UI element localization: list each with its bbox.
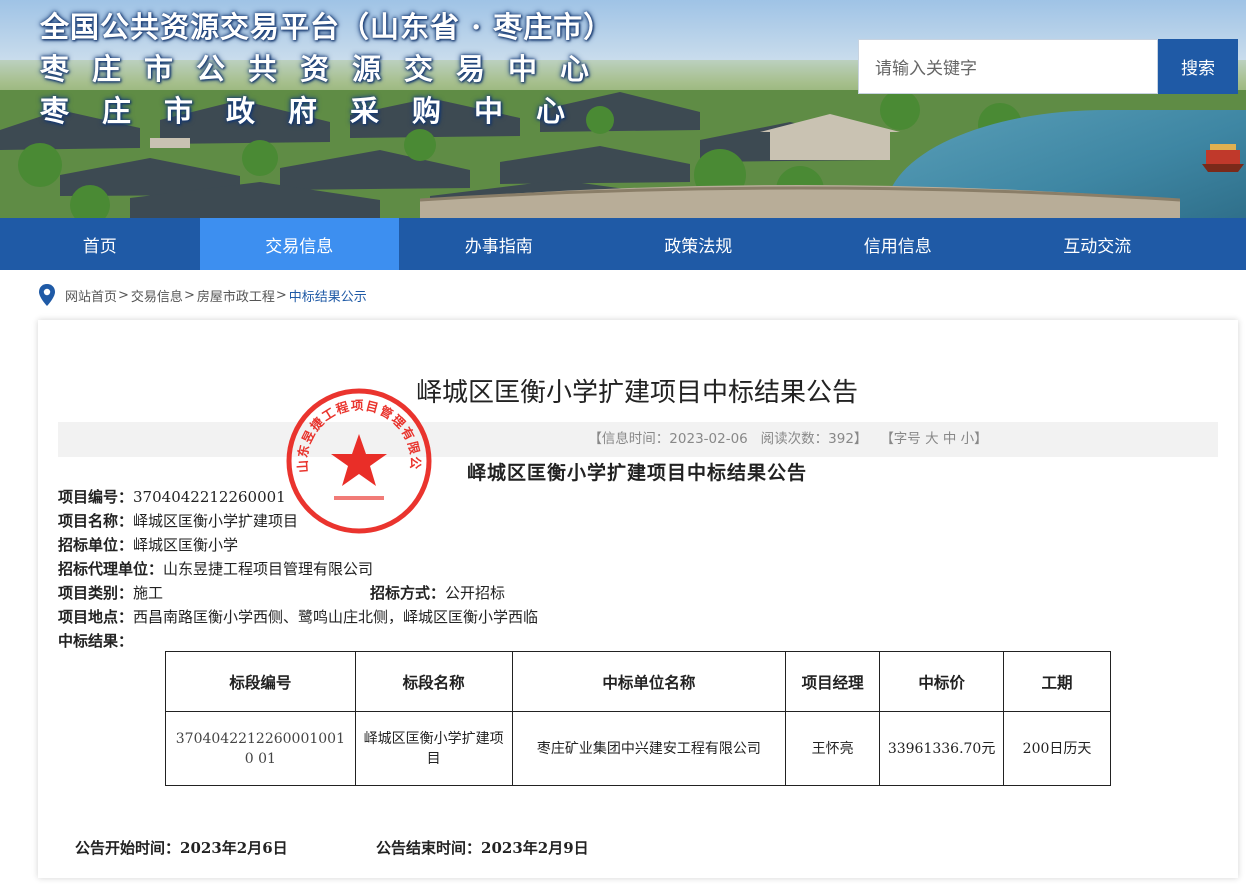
category-field: 项目类别：施工 — [58, 582, 163, 603]
header-price: 中标价 — [879, 651, 1005, 712]
location-label: 项目地点： — [58, 608, 134, 626]
search-button[interactable]: 搜索 — [1158, 39, 1238, 94]
location-field: 项目地点：西昌南路匡衡小学西侧、鹭鸣山庄北侧，峄城区匡衡小学西临 — [58, 606, 538, 627]
info-views: 阅读次数：392】 — [760, 431, 868, 447]
nav-item-home[interactable]: 首页 — [0, 218, 200, 270]
project-name-value: 峄城区匡衡小学扩建项目 — [133, 512, 299, 530]
nav-item-trade-info[interactable]: 交易信息 — [199, 218, 399, 270]
project-no-value: 3704042212260001 — [133, 488, 286, 506]
center-title: 枣庄市公共资源交易中心 — [40, 52, 613, 86]
procurement-title: 枣庄市政府采购中心 — [40, 94, 599, 128]
breadcrumb-current[interactable]: 中标结果公示 — [289, 286, 367, 305]
header-section-name: 标段名称 — [354, 651, 513, 712]
tenderer-label: 招标单位： — [58, 536, 134, 554]
header-section-no: 标段编号 — [165, 651, 356, 712]
start-time: 公告开始时间：2023年2月6日 — [75, 837, 288, 858]
project-name-field: 项目名称：峄城区匡衡小学扩建项目 — [58, 510, 298, 531]
cell-manager: 王怀亮 — [785, 711, 881, 786]
method-label: 招标方式： — [370, 584, 446, 602]
info-date: 【信息时间：2023-02-06 — [588, 431, 748, 447]
font-size-switch[interactable]: 【字号 大 中 小】 — [880, 431, 987, 447]
header-winner: 中标单位名称 — [511, 651, 787, 712]
agent-value: 山东昱捷工程项目管理有限公司 — [163, 560, 374, 578]
start-time-value: 2023年2月6日 — [180, 839, 288, 857]
end-time-label: 公告结束时间： — [376, 839, 482, 857]
breadcrumb-separator: > — [275, 287, 287, 303]
header-manager: 项目经理 — [785, 651, 881, 712]
tenderer-value: 峄城区匡衡小学 — [133, 536, 239, 554]
nav-item-interaction[interactable]: 互动交流 — [998, 218, 1198, 270]
cell-winner: 枣庄矿业集团中兴建安工程有限公司 — [511, 711, 787, 786]
end-time: 公告结束时间：2023年2月9日 — [376, 837, 589, 858]
breadcrumb-separator: > — [183, 287, 195, 303]
category-label: 项目类别： — [58, 584, 134, 602]
result-table: 标段编号 标段名称 中标单位名称 项目经理 中标价 工期 37040422122… — [165, 651, 1111, 786]
cell-duration: 200日历天 — [1003, 711, 1111, 786]
start-time-label: 公告开始时间： — [75, 839, 181, 857]
breadcrumb-separator: > — [118, 287, 129, 303]
project-no-field: 项目编号：3704042212260001 — [58, 486, 286, 507]
search-input[interactable]: 请输入关键字 — [858, 39, 1158, 94]
page-title: 峄城区匡衡小学扩建项目中标结果公告 — [415, 378, 858, 408]
bridge-illustration — [420, 185, 1180, 218]
breadcrumb-trade-info[interactable]: 交易信息 — [131, 286, 183, 305]
header-duration: 工期 — [1003, 651, 1111, 712]
result-label-field: 中标结果： — [58, 630, 133, 651]
method-field: 招标方式：公开招标 — [370, 582, 505, 603]
project-name-label: 项目名称： — [58, 512, 134, 530]
cell-section-no: 37040422122600010010 01 — [165, 711, 356, 786]
document-title: 峄城区匡衡小学扩建项目中标结果公告 — [466, 462, 807, 484]
platform-title: 全国公共资源交易平台（山东省 · 枣庄市） — [40, 10, 614, 44]
search-box: 请输入关键字 搜索 — [858, 39, 1238, 94]
article-info-bar: 【信息时间：2023-02-06 阅读次数：392】 【字号 大 中 小】 — [58, 422, 1218, 457]
breadcrumb-home[interactable]: 网站首页 — [65, 286, 117, 305]
tenderer-field: 招标单位：峄城区匡衡小学 — [58, 534, 238, 555]
breadcrumb-category[interactable]: 房屋市政工程 — [197, 286, 275, 305]
header-banner: 全国公共资源交易平台（山东省 · 枣庄市） 枣庄市公共资源交易中心 枣庄市政府采… — [0, 0, 1246, 218]
nav-item-policy[interactable]: 政策法规 — [599, 218, 799, 270]
agent-field: 招标代理单位：山东昱捷工程项目管理有限公司 — [58, 558, 373, 579]
cell-section-name: 峄城区匡衡小学扩建项目 — [354, 711, 513, 786]
table-header-row: 标段编号 标段名称 中标单位名称 项目经理 中标价 工期 — [165, 651, 1111, 712]
nav-item-credit[interactable]: 信用信息 — [798, 218, 998, 270]
end-time-value: 2023年2月9日 — [481, 839, 589, 857]
category-value: 施工 — [133, 584, 164, 602]
nav-item-guide[interactable]: 办事指南 — [399, 218, 599, 270]
project-no-label: 项目编号： — [58, 488, 134, 506]
location-pin-icon — [39, 284, 55, 306]
agent-label: 招标代理单位： — [58, 560, 164, 578]
breadcrumb: 网站首页 > 交易信息 > 房屋市政工程 > 中标结果公示 — [38, 284, 367, 306]
method-value: 公开招标 — [445, 584, 506, 602]
table-row: 37040422122600010010 01 峄城区匡衡小学扩建项目 枣庄矿业… — [165, 711, 1111, 786]
location-value: 西昌南路匡衡小学西侧、鹭鸣山庄北侧，峄城区匡衡小学西临 — [133, 608, 539, 626]
boat-illustration — [1202, 144, 1244, 172]
official-seal-stamp: 山东昱捷工程项目管理有限公司 — [284, 386, 432, 534]
result-label: 中标结果： — [58, 632, 134, 650]
cell-price: 33961336.70元 — [879, 711, 1005, 786]
main-nav: 首页 交易信息 办事指南 政策法规 信用信息 互动交流 — [0, 218, 1246, 270]
